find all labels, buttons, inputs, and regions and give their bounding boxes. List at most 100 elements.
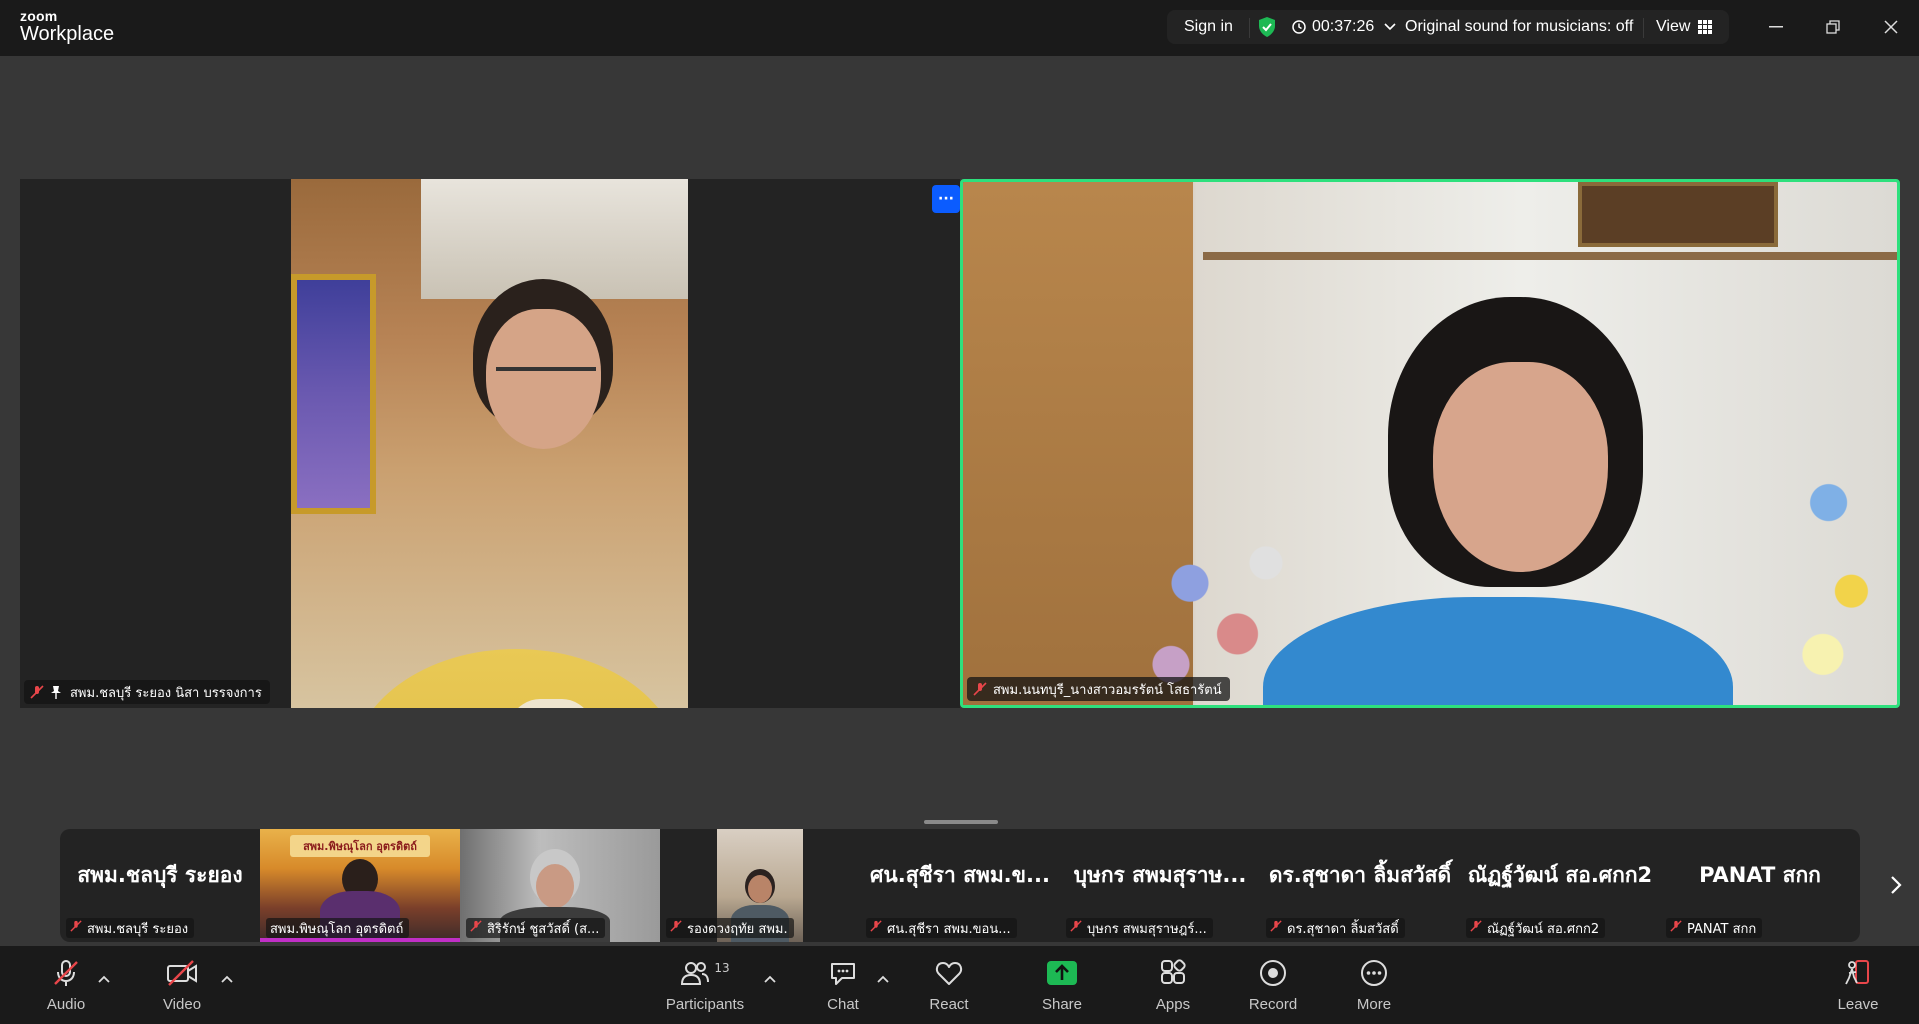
meeting-timer[interactable]: 00:37:26 <box>1292 10 1396 44</box>
leave-button[interactable]: Leave <box>1823 956 1893 1016</box>
participant-name: สพม.นนทบุรี_นางสาวอมรรัตน์ โสธารัตน์ <box>993 682 1222 698</box>
video-banner-text: สพม.พิษณุโลก อุตรดิตถ์ <box>290 835 430 857</box>
filmstrip-resize-handle[interactable] <box>924 820 998 824</box>
more-button[interactable]: More <box>1339 956 1409 1016</box>
participant-video <box>291 179 688 708</box>
mic-muted-icon <box>1270 920 1282 936</box>
participant-name-tag: PANAT สกก <box>1666 918 1763 938</box>
video-person <box>536 864 574 908</box>
participants-label: Participants <box>665 996 745 1013</box>
audio-label: Audio <box>46 996 86 1013</box>
mic-muted-icon <box>49 956 83 990</box>
audio-options-chevron-up-icon[interactable] <box>98 968 112 983</box>
filmstrip-tile[interactable]: PANAT สกก PANAT สกก <box>1660 829 1860 942</box>
title-bar: zoom Workplace Sign in 00:37:26 Original… <box>0 0 1919 56</box>
sign-in-button[interactable]: Sign in <box>1184 10 1233 44</box>
more-label: More <box>1356 996 1392 1013</box>
participant-name-tag: สพม.นนทบุรี_นางสาวอมรรัตน์ โสธารัตน์ <box>967 677 1230 701</box>
participant-name-tag: ณัฏฐ์วัฒน์ สอ.ศกก2 <box>1466 918 1606 938</box>
react-button[interactable]: React <box>914 956 984 1016</box>
filmstrip-next-arrow-icon[interactable] <box>1884 870 1908 900</box>
mic-muted-icon <box>1070 920 1082 936</box>
apps-icon <box>1156 956 1190 990</box>
filmstrip-tile[interactable]: สพม.ชลบุรี ระยอง สพม.ชลบุรี ระยอง <box>60 829 260 942</box>
audio-button[interactable]: Audio <box>31 956 101 1016</box>
close-icon[interactable] <box>1876 12 1906 42</box>
grid-icon <box>1698 20 1713 34</box>
zoom-logo: zoom Workplace <box>20 9 114 44</box>
chevron-down-icon <box>1384 23 1396 31</box>
record-button[interactable]: Record <box>1238 956 1308 1016</box>
filmstrip: สพม.ชลบุรี ระยอง สพม.ชลบุรี ระยอง สพม.พิ… <box>60 829 1860 942</box>
apps-button[interactable]: Apps <box>1138 956 1208 1016</box>
participant-name: สิริรักษ์ ชูสวัสดิ์ (ส... <box>487 921 600 937</box>
logo-zoom-text: zoom <box>20 8 58 24</box>
mic-muted-icon <box>870 920 882 936</box>
chat-options-chevron-up-icon[interactable] <box>877 968 891 983</box>
participant-name-tag: สพม.ชลบุรี ระยอง นิสา บรรจงการ <box>24 680 270 704</box>
restore-icon[interactable] <box>1818 12 1848 42</box>
participants-button[interactable]: 13 Participants <box>660 956 750 1016</box>
view-label: View <box>1656 18 1691 35</box>
participant-name: สพม.ชลบุรี ระยอง นิสา บรรจงการ <box>70 685 262 701</box>
participants-options-chevron-up-icon[interactable] <box>764 968 778 983</box>
share-screen-icon <box>1045 956 1079 990</box>
video-person <box>748 875 772 903</box>
video-options-chevron-up-icon[interactable] <box>221 968 235 983</box>
apps-label: Apps <box>1155 996 1191 1013</box>
mic-muted-icon <box>973 682 987 696</box>
participants-icon: 13 <box>670 956 740 990</box>
filmstrip-tile[interactable]: ณัฏฐ์วัฒน์ สอ.ศกก2 ณัฏฐ์วัฒน์ สอ.ศกก2 <box>1460 829 1660 942</box>
chat-label: Chat <box>827 996 859 1013</box>
participant-name-tag: สิริรักษ์ ชูสวัสดิ์ (ส... <box>466 918 606 938</box>
participant-name: ศน.สุชีรา สพม.ขอน... <box>887 921 1011 937</box>
chat-button[interactable]: Chat <box>808 956 878 1016</box>
timer-text: 00:37:26 <box>1312 18 1375 35</box>
mic-muted-icon <box>70 920 82 936</box>
filmstrip-tile[interactable]: สิริรักษ์ ชูสวัสดิ์ (ส... <box>460 829 660 942</box>
filmstrip-tile[interactable]: บุษกร สพมสุราษ... บุษกร สพมสุราษฎร์... <box>1060 829 1260 942</box>
video-tile-right[interactable]: สพม.นนทบุรี_นางสาวอมรรัตน์ โสธารัตน์ <box>960 179 1900 708</box>
record-icon <box>1256 956 1290 990</box>
video-person <box>351 649 681 708</box>
share-button[interactable]: Share <box>1027 956 1097 1016</box>
filmstrip-tile[interactable]: รองดวงฤทัย สพม. <box>660 829 860 942</box>
tile-more-options-button[interactable]: ··· <box>932 185 960 213</box>
mic-muted-icon <box>1470 920 1482 936</box>
participant-name-tag: สพม.ชลบุรี ระยอง <box>66 918 195 938</box>
participant-name: PANAT สกก <box>1687 921 1757 937</box>
chat-icon <box>826 956 860 990</box>
minimize-icon[interactable] <box>1761 12 1791 42</box>
participant-name-tag: บุษกร สพมสุราษฎร์... <box>1066 918 1213 938</box>
mic-muted-icon <box>470 920 482 936</box>
participant-big-name: บุษกร สพมสุราษ... <box>1073 863 1247 887</box>
original-sound-status[interactable]: Original sound for musicians: off <box>1405 10 1633 44</box>
video-button[interactable]: Video <box>147 956 217 1016</box>
video-background <box>291 274 376 514</box>
participant-video <box>963 182 1897 705</box>
video-person <box>1263 597 1733 705</box>
participant-name-tag: ดร.สุชาดา ลิ้มสวัสดิ์ <box>1266 918 1405 938</box>
participant-name-tag: ศน.สุชีรา สพม.ขอน... <box>866 918 1017 938</box>
video-bottom-bar <box>260 938 460 942</box>
participant-name: สพม.พิษณุโลก อุตรดิตถ์ <box>270 921 404 937</box>
participant-big-name: ศน.สุชีรา สพม.ข... <box>870 863 1050 887</box>
participant-name: รองดวงฤทัย สพม. <box>687 921 788 937</box>
video-tile-left[interactable]: สพม.ชลบุรี ระยอง นิสา บรรจงการ <box>20 179 960 708</box>
mic-muted-icon <box>1670 920 1682 936</box>
participant-name: ดร.สุชาดา ลิ้มสวัสดิ์ <box>1287 921 1399 937</box>
encryption-shield-icon[interactable] <box>1257 10 1277 44</box>
video-label: Video <box>162 996 202 1013</box>
divider <box>1249 18 1250 38</box>
filmstrip-tile[interactable]: ดร.สุชาดา ลิ้มสวัสดิ์ ดร.สุชาดา ลิ้มสวัส… <box>1260 829 1460 942</box>
view-button[interactable]: View <box>1656 10 1713 44</box>
mic-muted-icon <box>670 920 682 936</box>
share-label: Share <box>1041 996 1083 1013</box>
video-background <box>1203 252 1897 260</box>
participant-name-tag: สพม.พิษณุโลก อุตรดิตถ์ <box>266 918 410 938</box>
logo-workplace-text: Workplace <box>20 23 115 45</box>
filmstrip-tile[interactable]: ศน.สุชีรา สพม.ข... ศน.สุชีรา สพม.ขอน... <box>860 829 1060 942</box>
more-icon <box>1357 956 1391 990</box>
leave-label: Leave <box>1837 996 1879 1013</box>
filmstrip-tile[interactable]: สพม.พิษณุโลก อุตรดิตถ์ สพม.พิษณุโลก อุตร… <box>260 829 460 942</box>
